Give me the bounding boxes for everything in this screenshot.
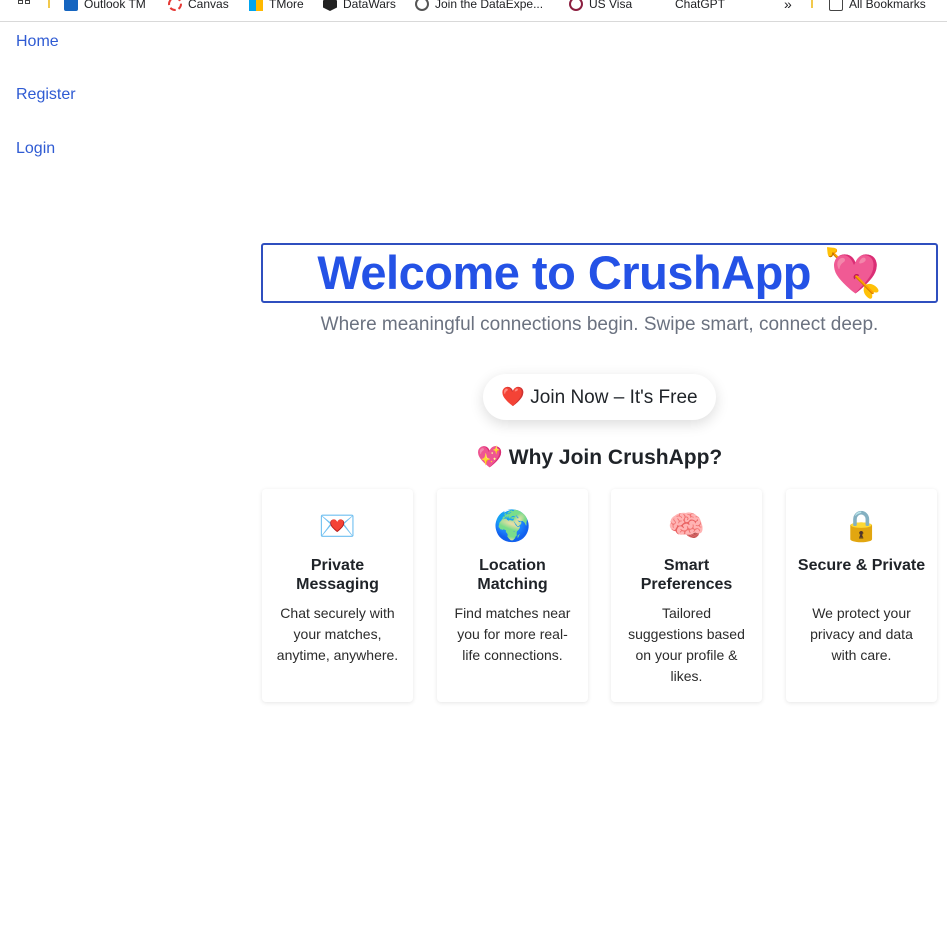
nav-register-link[interactable]: Register: [16, 86, 76, 104]
love-letter-icon: 💌: [318, 510, 357, 543]
separator: [48, 0, 50, 8]
feature-description: Find matches near you for more real-life…: [454, 605, 571, 663]
brain-icon: 🧠: [667, 510, 706, 543]
bookmark-label: Join the DataExpe...: [435, 0, 544, 11]
bookmark-us-visa[interactable]: US Visa: [569, 0, 632, 14]
folder-icon: [829, 0, 843, 11]
feature-title: Smart Preferences: [640, 557, 733, 593]
bookmark-label: US Visa: [589, 0, 633, 11]
windows-icon: [249, 0, 263, 11]
bookmark-label: ChatGPT: [675, 0, 726, 11]
bookmark-tmore[interactable]: TMore: [249, 0, 304, 14]
dataexpert-icon: [415, 0, 429, 11]
separator: [811, 0, 813, 8]
bookmark-chatgpt[interactable]: ChatGPT: [655, 0, 725, 14]
feature-title: Private Messaging: [296, 557, 379, 593]
nav-login-link[interactable]: Login: [16, 140, 55, 158]
join-now-button[interactable]: ❤️ Join Now – It's Free: [483, 374, 716, 420]
why-join-heading: 💖 Why Join CrushApp?: [476, 446, 723, 469]
all-bookmarks-label: All Bookmarks: [849, 0, 926, 11]
hero-title-box: Welcome to CrushApp 💘: [261, 243, 938, 303]
canvas-icon: [168, 0, 182, 11]
feature-description: Tailored suggestions based on your profi…: [628, 605, 745, 684]
bookmarks-overflow-button[interactable]: »: [784, 0, 792, 14]
feature-description: We protect your privacy and data with ca…: [810, 605, 913, 663]
bookmark-label: TMore: [269, 0, 304, 11]
apps-grid-icon[interactable]: [18, 0, 32, 8]
bookmark-label: Outlook TM: [84, 0, 146, 11]
globe-icon: 🌍: [493, 510, 532, 543]
feature-title: Location Matching: [477, 557, 548, 593]
feature-description: Chat securely with your matches, anytime…: [276, 605, 399, 663]
chatgpt-icon: [655, 0, 669, 11]
bookmark-dataexpert[interactable]: Join the DataExpe...: [415, 0, 543, 14]
hero-title: Welcome to CrushApp 💘: [317, 246, 882, 299]
outlook-icon: [64, 0, 78, 11]
bookmark-outlook[interactable]: Outlook TM: [64, 0, 146, 14]
nav-home-link[interactable]: Home: [16, 33, 59, 51]
all-bookmarks-button[interactable]: All Bookmarks: [829, 0, 926, 14]
feature-card-smart-preferences: 🧠 Smart Preferences Tailored suggestions…: [611, 489, 762, 702]
bookmark-label: Canvas: [188, 0, 229, 11]
us-visa-icon: [569, 0, 583, 11]
bookmark-datawars[interactable]: DataWars: [323, 0, 396, 14]
bookmark-label: DataWars: [343, 0, 396, 11]
lock-icon: 🔒: [842, 510, 881, 543]
bookmarks-bar: Outlook TM Canvas TMore DataWars Join th…: [0, 0, 947, 22]
hero-subtitle: Where meaningful connections begin. Swip…: [320, 314, 879, 335]
feature-title: Secure & Private: [797, 557, 926, 574]
feature-card-secure-private: 🔒 Secure & Private We protect your priva…: [786, 489, 937, 702]
datawars-icon: [323, 0, 337, 11]
page: Outlook TM Canvas TMore DataWars Join th…: [0, 0, 947, 938]
feature-card-private-messaging: 💌 Private Messaging Chat securely with y…: [262, 489, 413, 702]
chevron-double-right-icon: »: [784, 0, 792, 12]
feature-card-location-matching: 🌍 Location Matching Find matches near yo…: [437, 489, 588, 702]
bookmark-canvas[interactable]: Canvas: [168, 0, 229, 14]
